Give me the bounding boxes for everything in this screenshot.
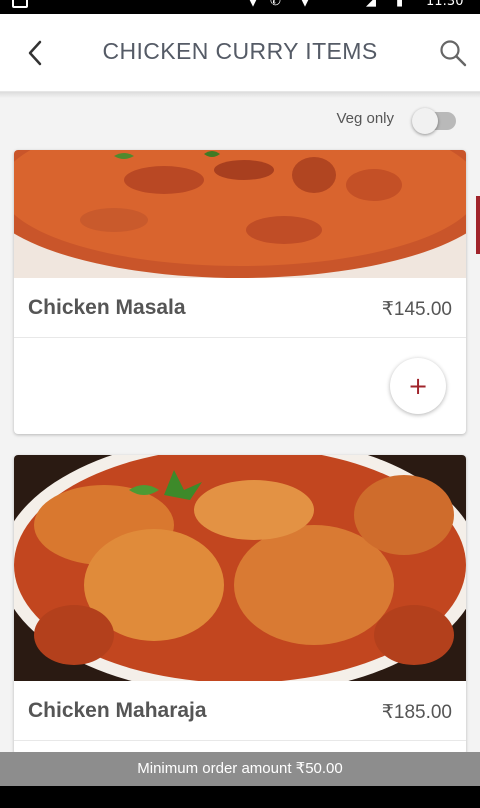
system-nav-bar xyxy=(0,786,480,808)
scroll-indicator xyxy=(476,196,480,254)
gallery-icon xyxy=(12,0,28,8)
item-row: Chicken Masala ₹145.00 xyxy=(14,282,466,338)
plus-icon: + xyxy=(407,372,429,400)
veg-only-toggle[interactable] xyxy=(412,108,456,134)
add-to-cart-button[interactable]: + xyxy=(390,358,446,414)
veg-only-label: Veg only xyxy=(336,110,394,127)
item-price: ₹185.00 xyxy=(381,702,452,723)
item-row: Chicken Maharaja ₹185.00 xyxy=(14,685,466,741)
network-icon: ▼ xyxy=(300,0,310,9)
signal-icon: ◢ xyxy=(366,0,376,9)
item-price: ₹145.00 xyxy=(381,299,452,320)
page-title: CHICKEN CURRY ITEMS xyxy=(102,38,378,64)
add-area: + xyxy=(14,338,466,434)
chicken-masala-image xyxy=(14,150,466,278)
battery-icon: ▮ xyxy=(396,0,404,9)
wifi-icon: ▼ xyxy=(248,0,258,9)
minimum-order-banner: Minimum order amount ₹50.00 xyxy=(0,752,480,786)
status-time: 11:30 xyxy=(426,0,464,9)
item-name: Chicken Maharaja xyxy=(28,699,207,722)
app-bar: CHICKEN CURRY ITEMS xyxy=(0,14,480,92)
search-icon xyxy=(440,40,467,67)
status-bar: ▼ ✆ ▼ ◢ ▮ 11:30 xyxy=(0,0,480,14)
toggle-knob xyxy=(412,108,438,134)
call-icon: ✆ xyxy=(270,0,281,9)
menu-item-card: Chicken Masala ₹145.00 + xyxy=(14,150,466,434)
item-name: Chicken Masala xyxy=(28,296,186,319)
chicken-maharaja-image xyxy=(14,455,466,695)
search-button[interactable] xyxy=(436,36,470,70)
veg-filter-row: Veg only xyxy=(0,98,480,150)
menu-item-card: Chicken Maharaja ₹185.00 xyxy=(14,455,466,755)
